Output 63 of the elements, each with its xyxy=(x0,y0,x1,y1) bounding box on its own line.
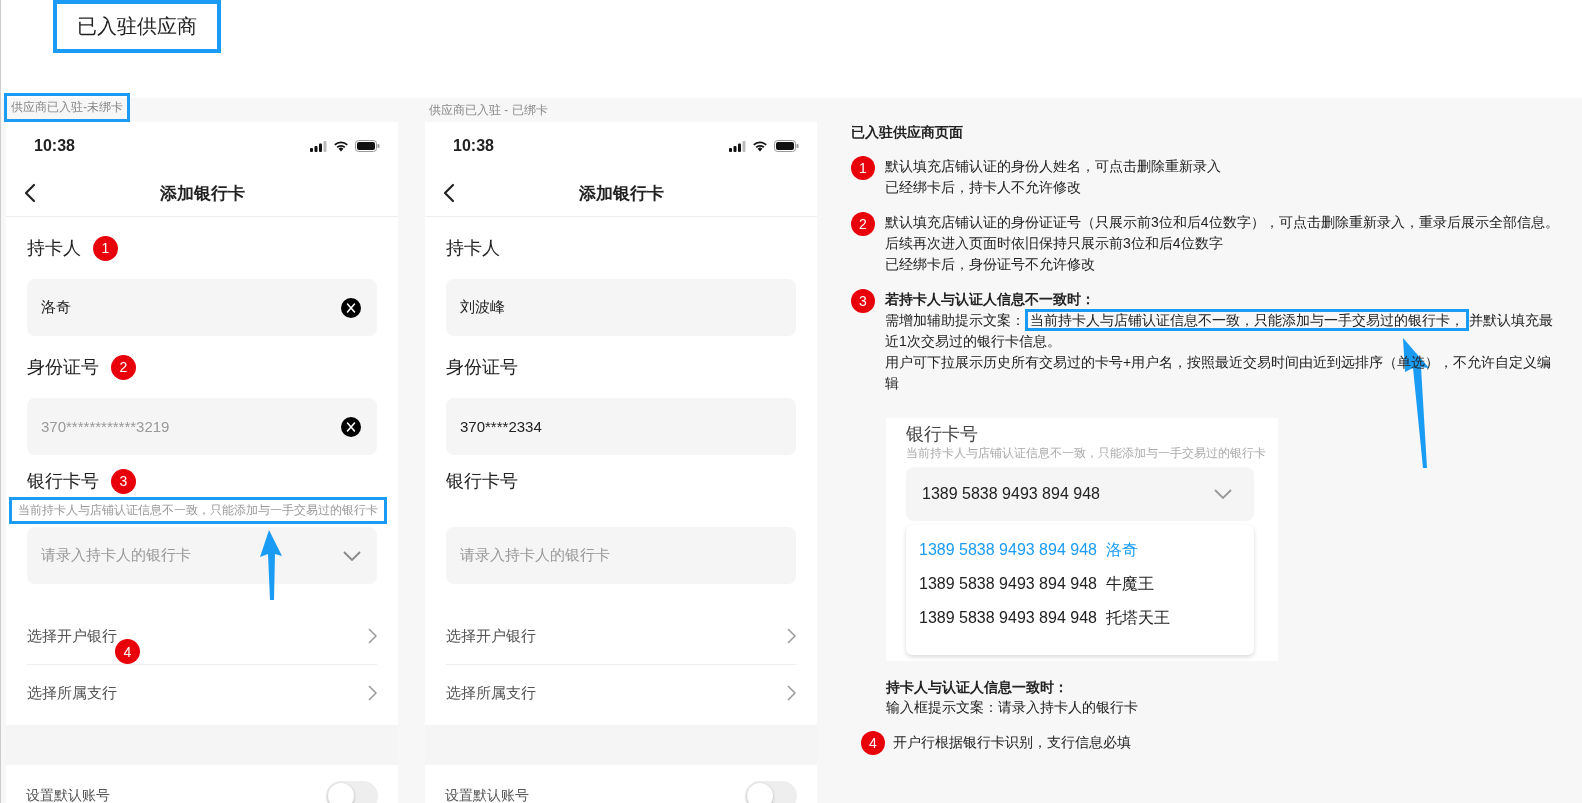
status-time: 10:38 xyxy=(34,137,75,155)
note-text: 默认填充店铺认证的身份人姓名，可点击删除重新录入 xyxy=(885,157,1222,176)
screen-caption: 供应商已入驻 - 已绑卡 xyxy=(428,102,549,119)
number-badge: 1 xyxy=(851,156,875,180)
chevron-down-icon xyxy=(1214,489,1232,499)
note-text: 默认填充店铺认证的身份证证号（只展示前3位和后4位数字），可点击删除重新录入，重录后展示全部信息。后续再次进入页面时依旧保持只展示前3位和后4位数字 xyxy=(885,213,1560,253)
input-field[interactable]: 刘波峰 xyxy=(446,279,796,336)
input-field[interactable]: 洛奇 xyxy=(27,279,377,336)
hint-text: 当前持卡人与店铺认证信息不一致，只能添加与一手交易过的银行卡 xyxy=(9,497,387,524)
field-label: 持卡人 xyxy=(27,237,81,260)
signal-icon xyxy=(729,140,746,152)
toggle-switch[interactable] xyxy=(326,781,378,803)
list-row[interactable]: 选择所属支行 xyxy=(27,665,377,721)
note-text: 开户行根据银行卡识别，支行信息必填 xyxy=(893,734,1131,752)
screen-caption: 供应商已入驻-未绑卡 xyxy=(4,93,130,122)
chevron-down-icon[interactable] xyxy=(343,550,361,561)
number-badge: 2 xyxy=(111,354,136,380)
toggle-label: 设置默认账号 xyxy=(445,787,529,803)
number-badge: 1 xyxy=(93,235,118,261)
number-badge: 3 xyxy=(111,468,136,494)
select-field[interactable]: 1389 5838 9493 894 948 xyxy=(906,467,1254,521)
chevron-right-icon xyxy=(787,685,796,701)
screen-title: 添加银行卡 xyxy=(578,182,664,205)
number-badge: 4 xyxy=(861,731,885,755)
note-text: 需增加辅助提示文案： 当前持卡人与店铺认证信息不一致，只能添加与一手交易过的银行卡， 并默认填充最近1次交易过的银行卡信息。 xyxy=(885,310,1561,352)
list-row[interactable]: 选择开户银行 xyxy=(446,608,796,665)
note-text: 输入框提示文案：请录入持卡人的银行卡 xyxy=(886,698,1139,717)
signal-icon xyxy=(310,140,327,152)
wifi-icon xyxy=(333,140,349,152)
note-heading: 持卡人与认证人信息一致时： xyxy=(886,678,1069,697)
hint-text: 当前持卡人与店铺认证信息不一致，只能添加与一手交易过的银行卡 xyxy=(906,446,1267,461)
toggle-switch[interactable] xyxy=(745,781,797,803)
field-label: 银行卡号 xyxy=(446,470,518,493)
note-text: 已经绑卡后，持卡人不允许修改 xyxy=(885,178,1082,197)
back-icon[interactable] xyxy=(443,183,455,203)
chevron-right-icon xyxy=(787,628,796,644)
chevron-right-icon xyxy=(368,628,377,644)
number-badge: 3 xyxy=(851,289,875,313)
screen-title: 添加银行卡 xyxy=(159,182,245,205)
note-heading: 若持卡人与认证人信息不一致时： xyxy=(885,290,1096,309)
list-row[interactable]: 选择所属支行 xyxy=(446,665,796,721)
wifi-icon xyxy=(752,140,768,152)
number-badge: 4 xyxy=(115,639,140,664)
input-field[interactable]: 370****2334 xyxy=(446,398,796,455)
dropdown-option[interactable]: 1389 5838 9493 894 948 托塔天王 xyxy=(919,601,1254,635)
field-label: 银行卡号 xyxy=(906,423,979,446)
clear-icon[interactable] xyxy=(341,416,361,437)
toggle-label: 设置默认账号 xyxy=(26,787,110,803)
battery-icon xyxy=(774,140,799,152)
dropdown-option[interactable]: 1389 5838 9493 894 948 牛魔王 xyxy=(919,567,1254,601)
back-icon[interactable] xyxy=(24,183,36,203)
clear-icon[interactable] xyxy=(341,297,361,318)
page-title: 已入驻供应商 xyxy=(53,0,221,53)
status-time: 10:38 xyxy=(453,137,494,155)
field-label: 身份证号 xyxy=(27,356,99,379)
notes-title: 已入驻供应商页面 xyxy=(851,124,964,142)
field-label: 银行卡号 xyxy=(27,470,99,493)
field-label: 身份证号 xyxy=(446,356,518,379)
number-badge: 2 xyxy=(851,212,875,236)
chevron-right-icon xyxy=(368,685,377,701)
battery-icon xyxy=(355,140,380,152)
field-label: 持卡人 xyxy=(446,237,500,260)
note-text: 已经绑卡后，身份证号不允许修改 xyxy=(885,255,1096,274)
